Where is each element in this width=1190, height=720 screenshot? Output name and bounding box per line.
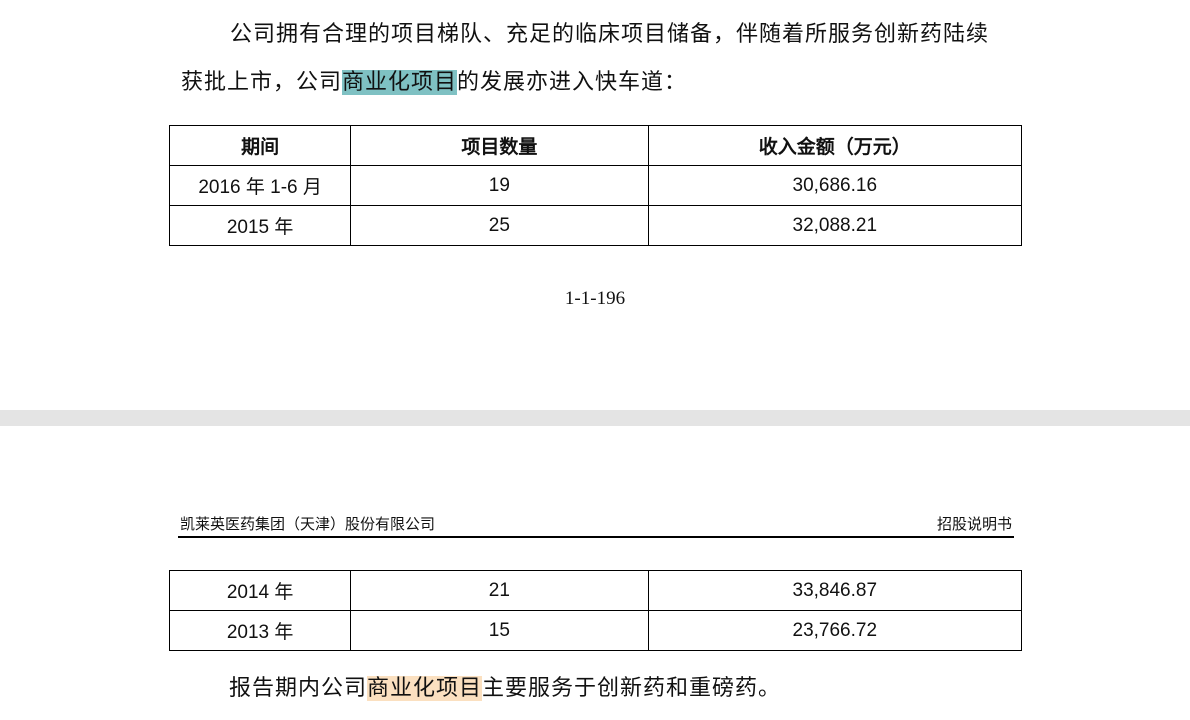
header-company-name: 凯莱英医药集团（天津）股份有限公司 bbox=[180, 515, 436, 533]
commercial-projects-table-continued: 2014 年 21 33,846.87 2013 年 15 23,766.72 bbox=[168, 570, 1023, 651]
page-separator bbox=[0, 410, 1190, 426]
paragraph-line-1: 公司拥有合理的项目梯队、充足的临床项目储备，伴随着所服务创新药陆续 bbox=[230, 22, 990, 47]
cell-count: 21 bbox=[350, 570, 649, 611]
cell-revenue: 30,686.16 bbox=[647, 165, 1023, 206]
cell-revenue: 32,088.21 bbox=[647, 205, 1023, 246]
paragraph-text: 报告期内公司 bbox=[229, 676, 368, 701]
paragraph-text: 获批上市，公司 bbox=[181, 70, 343, 95]
header-period: 期间 bbox=[168, 125, 352, 166]
table-header-row: 期间 项目数量 收入金额（万元） bbox=[168, 125, 1023, 166]
paragraph-summary: 报告期内公司商业化项目主要服务于创新药和重磅药。 bbox=[229, 670, 781, 702]
cell-count: 25 bbox=[350, 205, 649, 246]
paragraph-text: 的发展亦进入快车道： bbox=[457, 70, 688, 95]
page-number: 1-1-196 bbox=[564, 288, 626, 309]
cell-count: 19 bbox=[350, 165, 649, 206]
header-project-count: 项目数量 bbox=[350, 125, 649, 166]
cell-count: 15 bbox=[350, 610, 649, 651]
cell-period: 2014 年 bbox=[168, 570, 352, 611]
table-row: 2016 年 1-6 月 19 30,686.16 bbox=[168, 165, 1023, 206]
table-row: 2013 年 15 23,766.72 bbox=[168, 610, 1023, 651]
commercial-projects-table-top: 期间 项目数量 收入金额（万元） 2016 年 1-6 月 19 30,686.… bbox=[168, 125, 1023, 246]
cell-period: 2016 年 1-6 月 bbox=[168, 165, 352, 206]
highlighted-term[interactable]: 商业化项目 bbox=[367, 676, 483, 701]
table-row: 2015 年 25 32,088.21 bbox=[168, 205, 1023, 246]
cell-period: 2013 年 bbox=[168, 610, 352, 651]
page-header: 凯莱英医药集团（天津）股份有限公司 招股说明书 bbox=[178, 510, 1014, 538]
table-row: 2014 年 21 33,846.87 bbox=[168, 570, 1023, 611]
cell-revenue: 33,846.87 bbox=[647, 570, 1023, 611]
header-revenue: 收入金额（万元） bbox=[647, 125, 1023, 166]
paragraph-text: 主要服务于创新药和重磅药。 bbox=[482, 676, 782, 701]
header-document-title: 招股说明书 bbox=[936, 515, 1012, 533]
cell-revenue: 23,766.72 bbox=[647, 610, 1023, 651]
paragraph-line-2: 获批上市，公司商业化项目的发展亦进入快车道： bbox=[181, 64, 687, 96]
cell-period: 2015 年 bbox=[168, 205, 352, 246]
highlighted-term[interactable]: 商业化项目 bbox=[342, 70, 458, 95]
